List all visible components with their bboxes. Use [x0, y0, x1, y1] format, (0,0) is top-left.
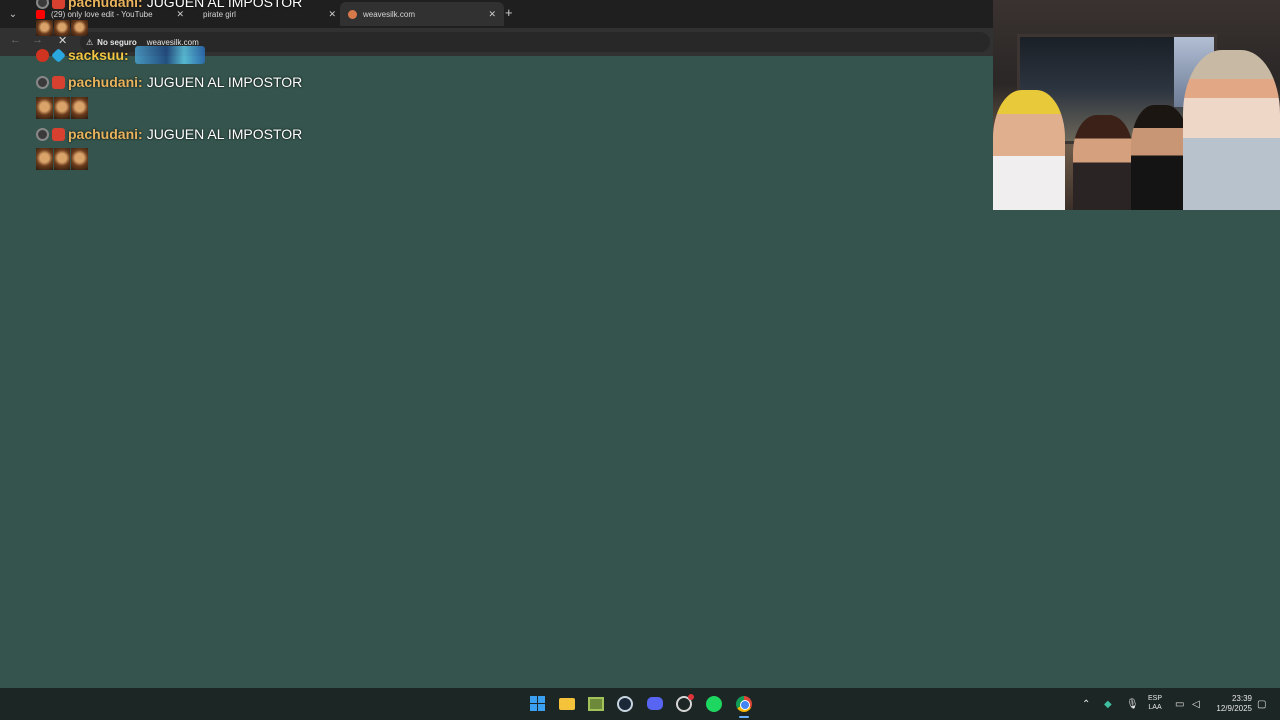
chat-emote — [36, 20, 89, 36]
chat-message: pachudani: JUGUEN AL IMPOSTOR — [36, 74, 302, 90]
tab-weavesilk[interactable]: weavesilk.com ✕ — [340, 2, 504, 26]
github-icon[interactable] — [675, 693, 694, 712]
network-icon[interactable]: ▭ — [1175, 688, 1184, 720]
tab-close-icon[interactable]: ✕ — [488, 9, 496, 20]
chat-emote — [36, 97, 89, 119]
back-arrow-icon[interactable]: ← — [10, 34, 21, 46]
subscriber-badge-icon — [52, 75, 65, 89]
language-indicator[interactable]: ESP LAA — [1148, 694, 1162, 712]
page-icon — [188, 10, 197, 19]
game-icon[interactable] — [587, 695, 604, 712]
webcam-person — [1073, 115, 1133, 210]
tray-chevron-icon[interactable]: ⌃ — [1082, 688, 1090, 720]
chat-username: pachudani: — [68, 74, 143, 90]
tab-title: pirate girl — [203, 9, 236, 19]
notification-icon[interactable]: ▢ — [1257, 688, 1266, 720]
webcam-person — [993, 90, 1065, 210]
microphone-icon[interactable]: 🎙︎ — [1126, 688, 1139, 720]
steam-icon[interactable] — [616, 695, 633, 712]
tab-search-chevron-icon[interactable]: ⌄ — [4, 5, 22, 23]
weavesilk-icon — [348, 9, 357, 19]
chat-text: JUGUEN AL IMPOSTOR — [146, 0, 303, 10]
chat-message: sacksuu: — [36, 46, 205, 64]
clock[interactable]: 23:39 12/9/2025 — [1210, 694, 1252, 714]
red-badge-icon — [36, 48, 49, 62]
chrome-icon[interactable] — [735, 695, 752, 712]
tab-close-icon[interactable]: ✕ — [328, 9, 336, 20]
active-app-indicator — [739, 716, 749, 718]
subscriber-badge-icon — [52, 0, 65, 9]
chat-username: sacksuu: — [68, 47, 129, 63]
chat-text: JUGUEN AL IMPOSTOR — [146, 74, 303, 90]
tab-title: (29) only love edit - YouTube — [51, 9, 153, 19]
chat-message: pachudani: JUGUEN AL IMPOSTOR — [36, 126, 302, 142]
new-tab-button[interactable]: + — [505, 5, 513, 20]
webcam-feed — [993, 0, 1280, 210]
webcam-person — [1183, 50, 1280, 210]
moderator-badge-icon — [36, 127, 49, 141]
tab-title: weavesilk.com — [363, 9, 416, 19]
chat-username: pachudani: — [68, 0, 143, 10]
chat-text: JUGUEN AL IMPOSTOR — [146, 126, 303, 142]
file-explorer-icon[interactable] — [558, 695, 575, 712]
subscriber-badge-icon — [52, 127, 65, 141]
volume-icon[interactable]: ◁ — [1192, 688, 1200, 720]
chat-emote — [36, 148, 89, 170]
chat-emote — [134, 46, 205, 64]
cube-badge-icon — [51, 47, 66, 63]
chat-message: pachudani: JUGUEN AL IMPOSTOR — [36, 0, 302, 10]
moderator-badge-icon — [36, 75, 49, 89]
moderator-badge-icon — [36, 0, 49, 9]
windows-start-icon[interactable] — [529, 695, 546, 712]
address-bar[interactable]: ⚠ No seguro weavesilk.com — [80, 32, 990, 52]
tray-app-icon[interactable]: ◆ — [1104, 688, 1112, 720]
chat-username: pachudani: — [68, 126, 143, 142]
spotify-icon[interactable] — [705, 695, 722, 712]
youtube-icon — [36, 9, 45, 19]
webcam-person — [1131, 105, 1189, 210]
discord-icon[interactable] — [646, 695, 663, 712]
